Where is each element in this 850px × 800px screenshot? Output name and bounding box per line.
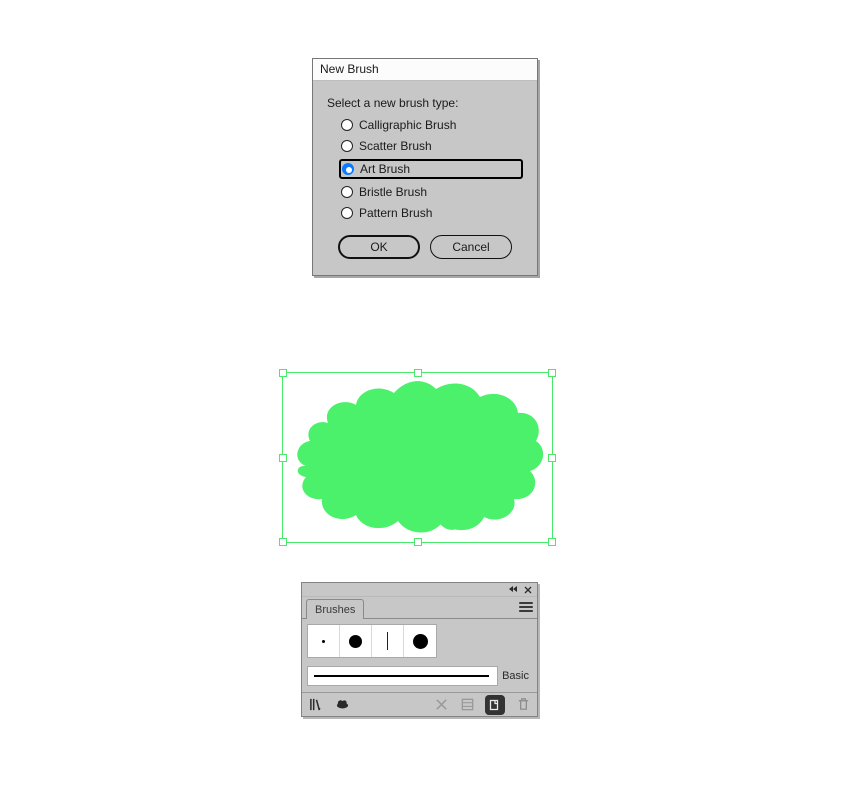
radio-icon	[341, 207, 353, 219]
tab-brushes[interactable]: Brushes	[306, 599, 364, 619]
tab-label: Brushes	[315, 604, 355, 616]
stroke-options-icon	[459, 697, 475, 713]
brush-swatch-row	[307, 624, 437, 658]
panel-topstrip	[302, 583, 537, 597]
radio-label: Bristle Brush	[359, 185, 427, 199]
brush-shape-artwork[interactable]	[286, 371, 548, 541]
remove-stroke-icon	[433, 697, 449, 713]
brush-swatch-tiny-round[interactable]	[308, 625, 340, 657]
brush-libraries-icon[interactable]	[308, 697, 324, 713]
dialog-prompt: Select a new brush type:	[327, 96, 523, 110]
resize-handle-top-right[interactable]	[548, 369, 556, 377]
radio-calligraphic-brush[interactable]: Calligraphic Brush	[339, 117, 523, 133]
cancel-button[interactable]: Cancel	[430, 235, 512, 259]
tiny-dot-icon	[322, 640, 325, 643]
brush-swatch-medium-round[interactable]	[340, 625, 372, 657]
radio-icon	[341, 186, 353, 198]
panel-menu-icon[interactable]	[519, 601, 533, 612]
brush-swatch-large-round[interactable]	[404, 625, 436, 657]
radio-bristle-brush[interactable]: Bristle Brush	[339, 184, 523, 200]
button-label: OK	[370, 240, 387, 254]
radio-art-brush[interactable]: Art Brush	[339, 159, 523, 179]
dialog-button-row: OK Cancel	[327, 235, 523, 259]
radio-label: Art Brush	[360, 162, 410, 176]
radio-icon	[341, 119, 353, 131]
close-panel-icon[interactable]	[524, 586, 532, 594]
dialog-body: Select a new brush type: Calligraphic Br…	[313, 81, 537, 275]
brushes-panel: Brushes Basic	[301, 582, 538, 717]
resize-handle-bottom-right[interactable]	[548, 538, 556, 546]
circle-icon	[413, 634, 428, 649]
libraries-cloud-icon[interactable]	[334, 697, 350, 713]
canvas-selection[interactable]	[280, 370, 555, 545]
radio-label: Scatter Brush	[359, 139, 432, 153]
radio-pattern-brush[interactable]: Pattern Brush	[339, 205, 523, 221]
radio-icon	[342, 163, 354, 175]
panel-footer	[302, 692, 537, 716]
stroke-preview-icon	[314, 675, 489, 677]
resize-handle-mid-right[interactable]	[548, 454, 556, 462]
dialog-title: New Brush	[320, 62, 379, 76]
ok-button[interactable]: OK	[338, 235, 420, 259]
vertical-line-icon	[387, 632, 388, 650]
new-brush-dialog: New Brush Select a new brush type: Calli…	[312, 58, 538, 276]
circle-icon	[349, 635, 362, 648]
radio-label: Calligraphic Brush	[359, 118, 456, 132]
panel-tabs: Brushes	[302, 597, 537, 619]
radio-scatter-brush[interactable]: Scatter Brush	[339, 138, 523, 154]
stroke-label: Basic	[497, 666, 533, 686]
radio-icon	[341, 140, 353, 152]
dialog-titlebar[interactable]: New Brush	[313, 59, 537, 81]
radio-label: Pattern Brush	[359, 206, 432, 220]
panel-body: Basic	[302, 619, 537, 692]
button-label: Cancel	[452, 240, 489, 254]
brush-basic-stroke[interactable]: Basic	[307, 666, 533, 686]
brush-swatch-flat[interactable]	[372, 625, 404, 657]
new-brush-icon[interactable]	[485, 695, 505, 715]
collapse-panel-icon[interactable]	[509, 586, 517, 593]
brush-type-radio-group: Calligraphic Brush Scatter Brush Art Bru…	[327, 117, 523, 221]
delete-brush-icon	[515, 697, 531, 713]
